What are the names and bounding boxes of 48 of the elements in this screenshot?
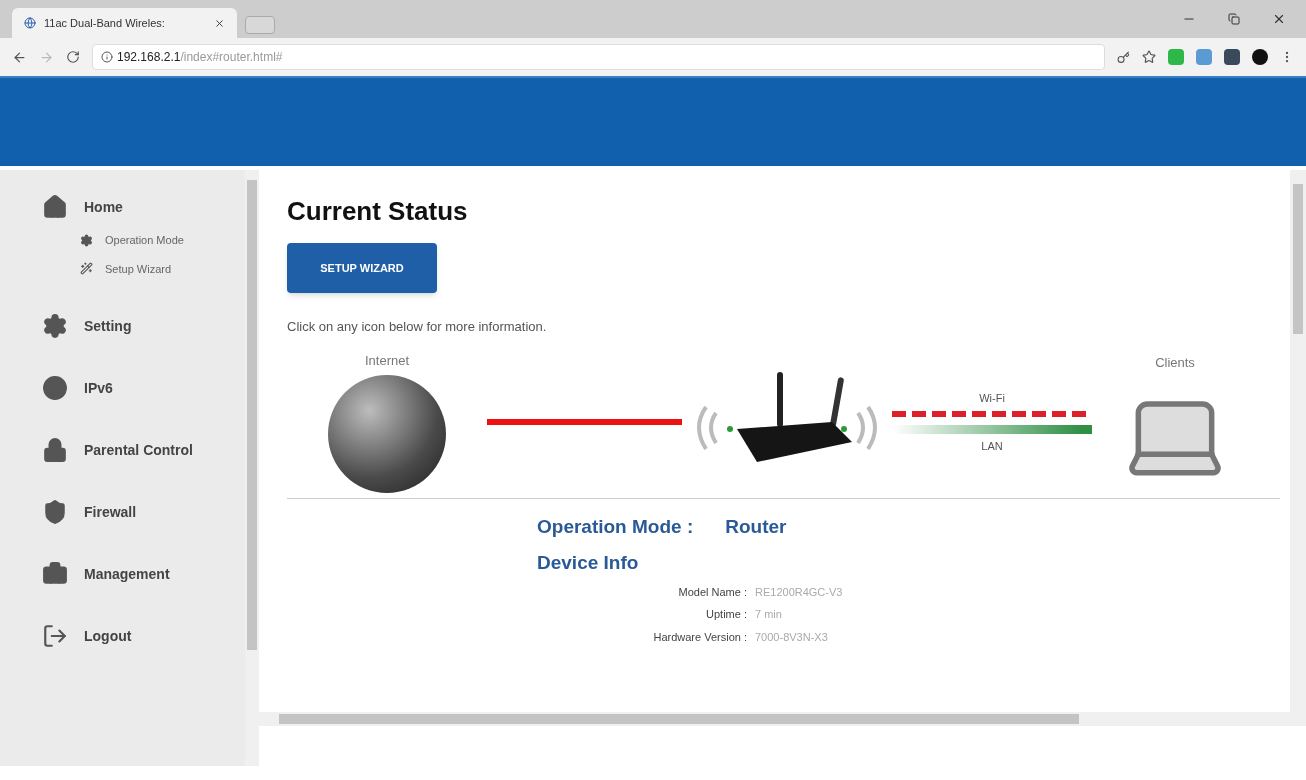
key-icon[interactable] xyxy=(1117,50,1130,64)
extension-icon[interactable] xyxy=(1252,49,1268,65)
close-window-icon[interactable] xyxy=(1272,12,1286,26)
info-label: Model Name : xyxy=(677,584,747,600)
sidebar-item[interactable]: Parental Control xyxy=(42,437,245,463)
bookmark-star-icon[interactable] xyxy=(1142,50,1156,64)
link-label: LAN xyxy=(981,438,1003,454)
info-label: Uptime : xyxy=(705,607,747,622)
restore-icon[interactable] xyxy=(1228,13,1240,25)
sidebar-item[interactable]: Management xyxy=(42,561,245,587)
lock-icon xyxy=(42,437,68,463)
sidebar-item[interactable]: Home xyxy=(42,194,245,220)
operation-mode-label: Operation Mode : xyxy=(537,514,694,539)
briefcase-icon xyxy=(42,561,68,587)
info-value: 7000-8V3N-X3 xyxy=(755,629,829,645)
logout-icon xyxy=(42,623,68,649)
address-bar[interactable]: 192.168.2.1/index#router.html# xyxy=(92,44,1105,70)
sidebar-item[interactable]: Logout xyxy=(42,623,245,649)
sidebar-item[interactable]: Firewall xyxy=(42,499,245,525)
setup-wizard-button[interactable]: SETUP WIZARD xyxy=(287,243,437,293)
sidebar-scrollbar[interactable] xyxy=(245,170,259,766)
reload-icon[interactable] xyxy=(66,50,80,64)
url-text: 192.168.2.1/index#router.html# xyxy=(117,49,283,66)
back-icon[interactable] xyxy=(12,49,27,65)
sidebar-item[interactable]: Setting xyxy=(42,313,245,339)
internet-label: Internet xyxy=(364,352,410,371)
sidebar-item[interactable]: IPv6 xyxy=(42,375,245,401)
info-label: Hardware Version : xyxy=(652,629,747,645)
sidebar-subitem[interactable]: Operation Mode xyxy=(42,232,245,249)
operation-mode-value: Router xyxy=(725,514,787,539)
device-info-title: Device Info xyxy=(537,551,640,575)
home-icon xyxy=(42,194,68,220)
clients-label: Clients xyxy=(1155,354,1195,373)
hint-text: Click on any icon below for more information. xyxy=(287,318,548,336)
link-label: Wi-Fi xyxy=(979,391,1005,406)
gear-icon xyxy=(42,313,68,339)
horizontal-scrollbar[interactable] xyxy=(259,712,1306,726)
site-icon xyxy=(24,17,36,29)
close-tab-icon[interactable] xyxy=(214,17,225,29)
page-title: Current Status xyxy=(287,195,469,228)
info-icon xyxy=(101,51,113,63)
sidebar-subitem[interactable]: Setup Wizard xyxy=(42,260,245,277)
gear-icon xyxy=(80,233,93,247)
info-value: RE1200R4GC-V3 xyxy=(755,584,844,600)
info-value: 7 min xyxy=(755,607,783,622)
browser-tab[interactable]: 11ac Dual-Band Wireles: xyxy=(12,8,237,38)
page-scrollbar[interactable] xyxy=(1290,170,1306,712)
wizard-icon xyxy=(80,262,93,276)
